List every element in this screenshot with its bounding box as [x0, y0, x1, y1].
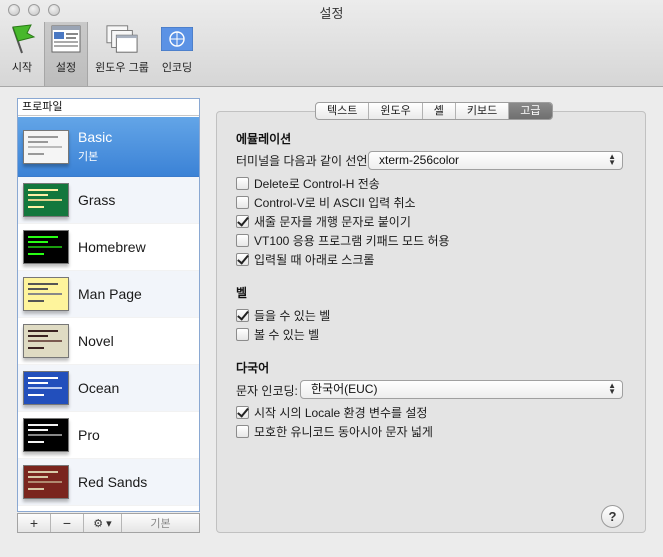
option-row[interactable]: 입력될 때 아래로 스크롤 — [236, 251, 374, 268]
add-profile-button[interactable]: + — [18, 514, 51, 532]
profile-thumbnail — [23, 277, 69, 311]
window-title: 설정 — [319, 6, 344, 21]
tab-advanced[interactable]: 고급 — [509, 103, 552, 119]
option-label: VT100 응용 프로그램 키패드 모드 허용 — [254, 234, 450, 248]
profile-name: Basic — [78, 129, 113, 145]
profile-name: Pro — [78, 427, 100, 443]
settings-tabs: 텍스트 윈도우 셸 키보드 고급 — [315, 102, 553, 120]
encoding-row: 문자 인코딩: — [236, 382, 298, 399]
option-row[interactable]: VT100 응용 프로그램 키패드 모드 허용 — [236, 232, 450, 249]
profile-item-man-page[interactable]: Man Page — [18, 271, 199, 318]
encoding-value: 한국어(EUC) — [311, 382, 378, 396]
profile-thumbnail — [23, 230, 69, 264]
option-label: 입력될 때 아래로 스크롤 — [254, 253, 375, 267]
profile-thumbnail — [23, 418, 69, 452]
toolbar-encoding-label: 인코딩 — [161, 62, 193, 74]
declare-terminal-select[interactable]: xterm-256color ▲ ▼ — [368, 151, 623, 170]
encoding-label: 문자 인코딩: — [236, 384, 298, 398]
profile-item-ocean[interactable]: Ocean — [18, 365, 199, 412]
profile-thumbnail — [23, 465, 69, 499]
set-default-button[interactable]: 기본 — [122, 514, 199, 532]
profile-default-badge: 기본 — [78, 151, 99, 163]
encoding-select[interactable]: 한국어(EUC) ▲ ▼ — [300, 380, 623, 399]
tab-window[interactable]: 윈도우 — [369, 103, 423, 119]
emulation-section-title: 에뮬레이션 — [236, 132, 292, 146]
toolbar: 시작 설정 윈도우 그룹 인코딩 — [0, 22, 198, 86]
declare-terminal-row: 터미널을 다음과 같이 선언: — [236, 152, 371, 169]
vt100-keypad-checkbox[interactable] — [236, 234, 249, 247]
profiles-header: 프로파일 — [18, 99, 199, 116]
tab-keyboard[interactable]: 키보드 — [456, 103, 510, 119]
profile-item-homebrew[interactable]: Homebrew — [18, 224, 199, 271]
bell-section-title: 벨 — [236, 286, 248, 300]
option-row[interactable]: Control-V로 비 ASCII 입력 취소 — [236, 194, 416, 211]
profile-thumbnail — [23, 324, 69, 358]
profiles-panel: 프로파일 Basic 기본 Grass Homebrew Man Page No… — [17, 98, 200, 512]
option-label: Delete로 Control-H 전송 — [254, 177, 380, 191]
green-flag-icon — [6, 23, 38, 55]
help-button[interactable]: ? — [601, 505, 624, 528]
option-row[interactable]: 볼 수 있는 벨 — [236, 326, 319, 343]
toolbar-window-groups[interactable]: 윈도우 그룹 — [88, 22, 156, 86]
profile-item-pro[interactable]: Pro — [18, 412, 199, 459]
profile-item-novel[interactable]: Novel — [18, 318, 199, 365]
profile-name: Novel — [78, 333, 114, 349]
profile-name: Ocean — [78, 380, 120, 396]
toolbar-settings-label: 설정 — [55, 62, 77, 74]
profile-item-grass[interactable]: Grass — [18, 177, 199, 224]
gear-menu-button[interactable]: ⚙ ▾ — [84, 514, 122, 532]
option-label: 새줄 문자를 개행 문자로 붙이기 — [254, 215, 411, 229]
audible-bell-checkbox[interactable] — [236, 309, 249, 322]
option-row[interactable]: Delete로 Control-H 전송 — [236, 175, 380, 192]
window-titlebar: 설정 시작 설정 윈도우 그룹 인코딩 — [0, 0, 663, 87]
profile-name: Homebrew — [78, 239, 146, 255]
profile-thumbnail — [23, 129, 69, 164]
scroll-on-input-checkbox[interactable] — [236, 253, 249, 266]
toolbar-window-groups-label: 윈도우 그룹 — [95, 62, 149, 74]
profile-name: Red Sands — [78, 474, 148, 490]
option-row[interactable]: 새줄 문자를 개행 문자로 붙이기 — [236, 213, 411, 230]
newline-linefeed-checkbox[interactable] — [236, 215, 249, 228]
wide-east-asian-checkbox[interactable] — [236, 425, 249, 438]
option-label: 시작 시의 Locale 환경 변수를 설정 — [254, 406, 428, 420]
option-row[interactable]: 시작 시의 Locale 환경 변수를 설정 — [236, 404, 427, 421]
profile-name: Man Page — [78, 286, 142, 302]
select-arrows-icon: ▲ ▼ — [608, 152, 616, 167]
option-label: 볼 수 있는 벨 — [254, 328, 320, 342]
profiles-icon — [50, 23, 82, 55]
declare-terminal-value: xterm-256color — [379, 153, 460, 167]
set-locale-checkbox[interactable] — [236, 406, 249, 419]
option-row[interactable]: 들을 수 있는 벨 — [236, 307, 330, 324]
profile-thumbnail — [23, 371, 69, 405]
un-globe-icon — [161, 23, 193, 55]
declare-terminal-label: 터미널을 다음과 같이 선언: — [236, 154, 371, 168]
toolbar-start[interactable]: 시작 — [0, 22, 44, 86]
tab-shell[interactable]: 셸 — [423, 103, 456, 119]
tab-text[interactable]: 텍스트 — [316, 103, 370, 119]
delete-sends-ctrl-h-checkbox[interactable] — [236, 177, 249, 190]
toolbar-settings[interactable]: 설정 — [44, 22, 88, 86]
international-section-title: 다국어 — [236, 361, 270, 375]
remove-profile-button[interactable]: − — [51, 514, 84, 532]
profile-list[interactable]: Basic 기본 Grass Homebrew Man Page Novel O… — [18, 117, 199, 511]
toolbar-encoding[interactable]: 인코딩 — [156, 22, 198, 86]
visual-bell-checkbox[interactable] — [236, 328, 249, 341]
select-arrows-icon: ▲ ▼ — [608, 381, 616, 396]
option-label: 들을 수 있는 벨 — [254, 309, 331, 323]
ctrl-v-escape-checkbox[interactable] — [236, 196, 249, 209]
profile-thumbnail — [23, 183, 69, 217]
profiles-bottom-bar: + − ⚙ ▾ 기본 — [17, 513, 200, 533]
option-row[interactable]: 모호한 유니코드 동아시아 문자 넓게 — [236, 423, 433, 440]
profile-item-basic[interactable]: Basic 기본 — [18, 117, 199, 177]
option-label: 모호한 유니코드 동아시아 문자 넓게 — [254, 425, 433, 439]
option-label: Control-V로 비 ASCII 입력 취소 — [254, 196, 416, 210]
window-groups-icon — [106, 23, 138, 55]
profile-item-red-sands[interactable]: Red Sands — [18, 459, 199, 506]
toolbar-start-label: 시작 — [11, 62, 33, 74]
profile-name: Grass — [78, 192, 116, 208]
